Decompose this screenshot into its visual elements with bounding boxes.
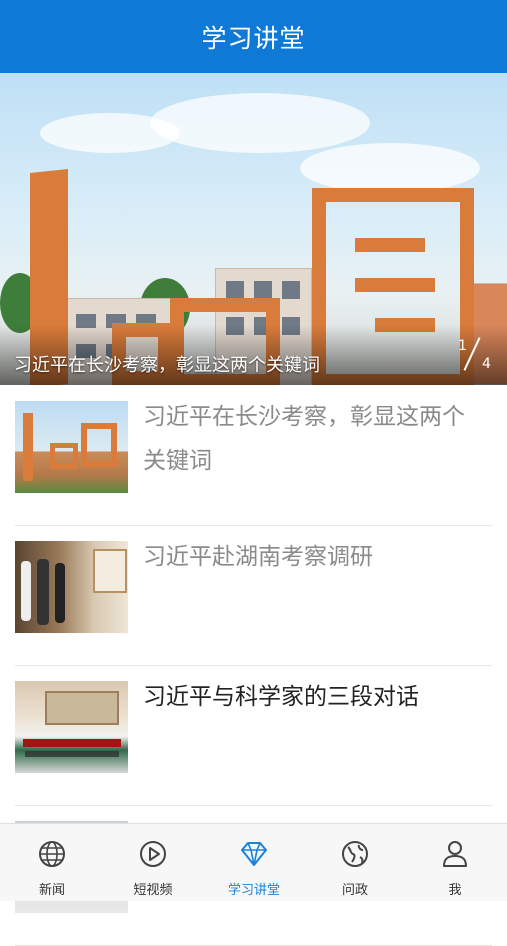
banner-total: 4 <box>482 356 491 372</box>
bottom-tab-bar: 新闻 短视频 学习讲堂 问政 我 <box>0 823 507 901</box>
page-title: 学习讲堂 <box>201 23 306 53</box>
article-thumbnail <box>15 681 128 773</box>
diamond-icon <box>241 842 267 866</box>
globe-icon <box>39 841 65 867</box>
banner-carousel[interactable] <box>0 73 507 385</box>
banner-current-index: 1 <box>458 338 467 354</box>
article-thumbnail <box>15 541 128 633</box>
article-title: 习近平在长沙考察，彰显这两个关键词 <box>143 404 465 474</box>
tab-label: 学习讲堂 <box>227 883 280 898</box>
app-header: 学习讲堂 <box>0 0 507 73</box>
tab-label: 问政 <box>341 883 368 898</box>
tab-study-lecture[interactable]: 学习讲堂 <box>204 824 304 901</box>
list-item[interactable]: 习近平赴湖南考察调研 <box>15 525 492 666</box>
play-icon <box>140 841 166 867</box>
person-icon <box>443 841 467 867</box>
list-item[interactable]: 习近平在长沙考察，彰显这两个关键词 <box>15 385 492 526</box>
tab-label: 短视频 <box>133 883 173 898</box>
earth-icon <box>342 841 368 867</box>
list-item[interactable]: 习近平与科学家的三段对话 <box>15 665 492 806</box>
article-thumbnail <box>15 401 128 493</box>
banner-caption[interactable]: 习近平在长沙考察，彰显这两个关键词 <box>14 351 320 377</box>
article-title: 习近平与科学家的三段对话 <box>143 684 419 710</box>
tab-short-video[interactable]: 短视频 <box>103 824 203 901</box>
tab-label: 我 <box>448 883 462 898</box>
tab-inquiry[interactable]: 问政 <box>305 824 405 901</box>
tab-me[interactable]: 我 <box>405 824 505 901</box>
tab-news[interactable]: 新闻 <box>2 824 102 901</box>
banner-page-indicator: 1 4 <box>452 337 494 374</box>
article-title: 习近平赴湖南考察调研 <box>143 544 373 570</box>
tab-label: 新闻 <box>38 883 65 898</box>
